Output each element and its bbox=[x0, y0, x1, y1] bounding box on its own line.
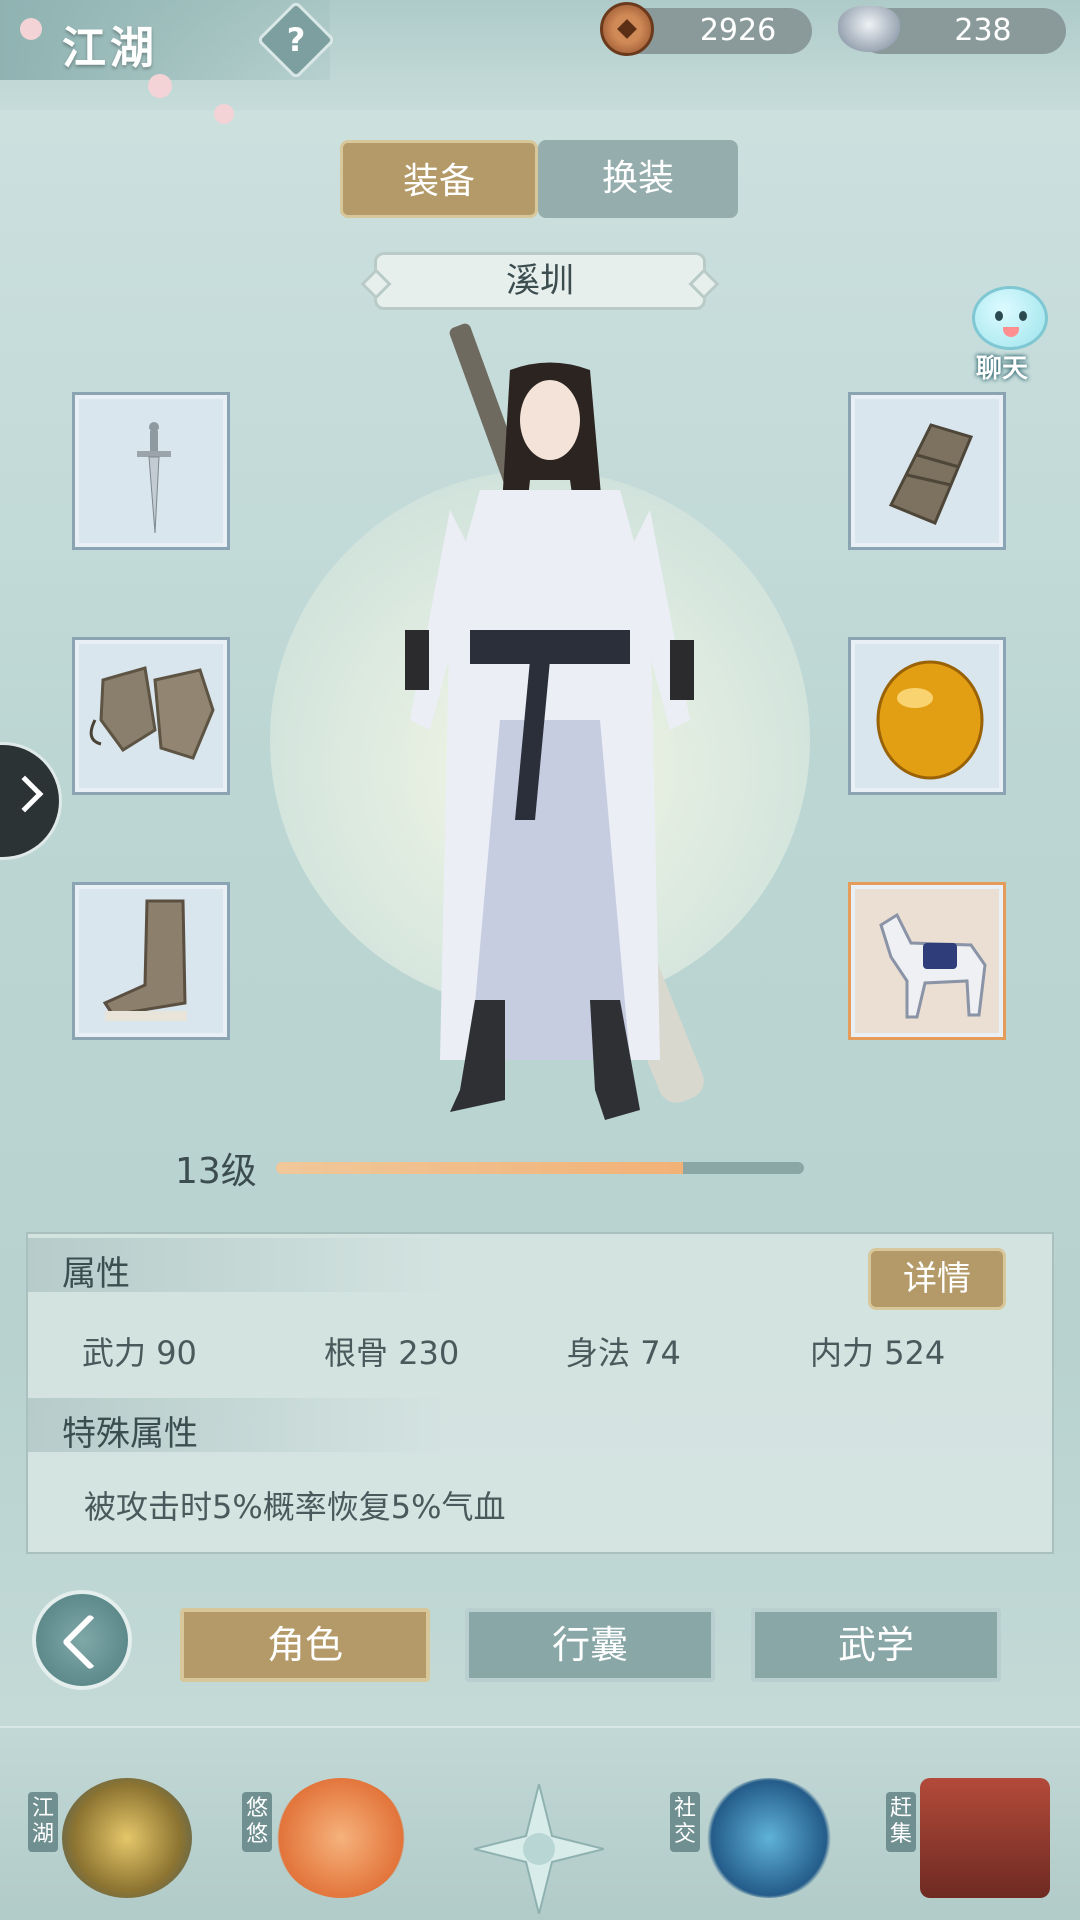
level-progress-fill bbox=[276, 1162, 683, 1174]
sword-icon bbox=[137, 422, 171, 534]
tab-inventory[interactable]: 行囊 bbox=[465, 1608, 715, 1682]
back-arrow-icon bbox=[61, 1613, 119, 1671]
blossom-decoration bbox=[148, 74, 172, 98]
bottom-dock: 江湖 悠悠 社交 赶集 bbox=[0, 1726, 1080, 1920]
special-attributes-title: 特殊属性 bbox=[62, 1414, 198, 1454]
stat-shenfa: 身法 74 bbox=[566, 1334, 681, 1372]
tab-equipment[interactable]: 装备 bbox=[340, 140, 538, 218]
dock-label: 赶集 bbox=[886, 1792, 916, 1852]
silver-amount: 238 bbox=[954, 13, 1012, 48]
help-icon: ? bbox=[286, 21, 306, 59]
wave-icon bbox=[704, 1778, 834, 1898]
amber-gem-icon bbox=[876, 660, 984, 780]
dock-label: 社交 bbox=[670, 1792, 700, 1852]
chevron-right-icon bbox=[6, 775, 44, 813]
details-button[interactable]: 详情 bbox=[868, 1248, 1006, 1310]
tab-character[interactable]: 角色 bbox=[180, 1608, 430, 1682]
dock-youyou[interactable]: 悠悠 bbox=[236, 1768, 416, 1918]
copper-amount: 2926 bbox=[699, 13, 777, 48]
equip-slot-accessory[interactable] bbox=[848, 637, 1006, 795]
top-bar: 江湖 ? 2926 238 bbox=[0, 0, 1080, 124]
dock-jianghu[interactable]: 江湖 bbox=[22, 1768, 202, 1918]
tab-outfit[interactable]: 换装 bbox=[538, 140, 738, 218]
swallows-icon bbox=[276, 1778, 406, 1898]
back-button[interactable] bbox=[32, 1590, 132, 1690]
chat-label: 聊天 bbox=[976, 354, 1029, 384]
blossom-decoration bbox=[214, 104, 234, 124]
equip-slot-mount[interactable] bbox=[848, 882, 1006, 1040]
stat-wuli: 武力 90 bbox=[82, 1334, 197, 1372]
stat-gengu: 根骨 230 bbox=[324, 1334, 460, 1372]
home-compass-button[interactable] bbox=[473, 1783, 605, 1915]
level-progress-bar bbox=[276, 1162, 804, 1174]
equip-slot-weapon[interactable] bbox=[72, 392, 230, 550]
gauntlets-icon bbox=[89, 666, 215, 760]
tab-martial-arts[interactable]: 武学 bbox=[751, 1608, 1001, 1682]
attributes-title: 属性 bbox=[62, 1254, 130, 1294]
dock-market[interactable]: 赶集 bbox=[880, 1768, 1060, 1918]
bracer-icon bbox=[888, 423, 974, 525]
side-drawer-toggle[interactable] bbox=[0, 742, 62, 860]
equip-slot-gloves[interactable] bbox=[72, 637, 230, 795]
chat-bubble-icon bbox=[972, 286, 1048, 350]
market-basket-icon bbox=[920, 1778, 1050, 1898]
equip-slot-boots[interactable] bbox=[72, 882, 230, 1040]
equip-slot-bracer[interactable] bbox=[848, 392, 1006, 550]
attributes-panel: 属性 详情 武力 90 根骨 230 身法 74 内力 524 特殊属性 被攻击… bbox=[26, 1232, 1054, 1554]
blossom-decoration bbox=[20, 18, 42, 40]
page-title: 江湖 bbox=[62, 23, 158, 74]
jianghu-hat-icon bbox=[62, 1778, 192, 1898]
horse-icon bbox=[879, 912, 987, 1019]
stat-neili: 内力 524 bbox=[810, 1334, 946, 1372]
special-attributes-text: 被攻击时5%概率恢复5%气血 bbox=[84, 1488, 506, 1526]
dock-social[interactable]: 社交 bbox=[664, 1768, 844, 1918]
level-label: 13级 bbox=[175, 1151, 257, 1192]
copper-coin-icon bbox=[600, 2, 654, 56]
compass-star-icon bbox=[473, 1783, 605, 1915]
chat-button[interactable]: 聊天 bbox=[958, 282, 1058, 384]
dock-label: 悠悠 bbox=[242, 1792, 272, 1852]
dock-label: 江湖 bbox=[28, 1792, 58, 1852]
character-model[interactable] bbox=[300, 300, 820, 1160]
silver-ingot-icon bbox=[838, 6, 900, 52]
boot-icon bbox=[102, 899, 187, 1021]
